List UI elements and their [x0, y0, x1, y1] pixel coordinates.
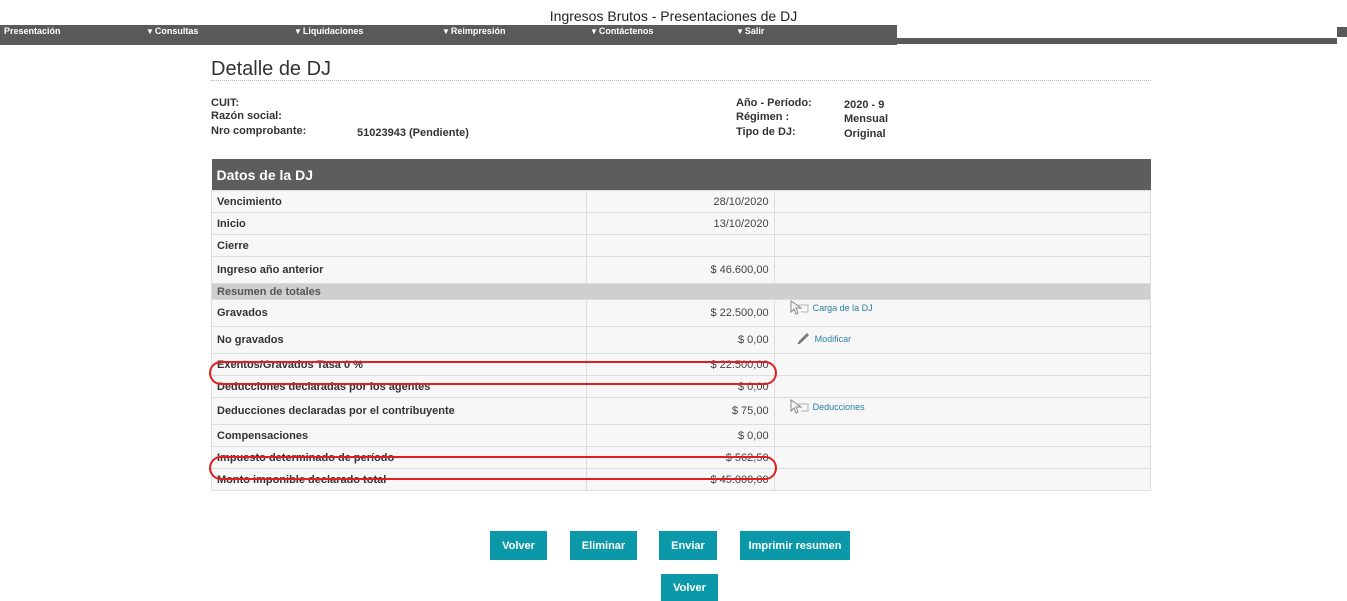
- action-label: Modificar: [814, 333, 852, 344]
- row-action: [773, 375, 1152, 398]
- nav-item-salir[interactable]: ▼Salir: [736, 26, 764, 37]
- nro-comprobante-value: 51023943 (Pendiente): [357, 127, 469, 139]
- row-value: $ 75,00: [586, 397, 775, 425]
- row-value: 28/10/2020: [586, 190, 775, 213]
- nav-item-consultas[interactable]: ▼Consultas: [146, 26, 198, 37]
- regimen-label: Régimen :: [736, 111, 790, 123]
- row-label: Compensaciones: [210, 424, 588, 447]
- nav-item-label: Presentación: [4, 26, 61, 36]
- row-action: [773, 234, 1152, 257]
- nav-item-label: Contáctenos: [598, 26, 654, 36]
- nav-item-presentacion[interactable]: Presentación: [4, 26, 61, 36]
- razon-social-label: Razón social:: [211, 110, 282, 122]
- row-action: [773, 353, 1152, 376]
- row-action: [773, 446, 1152, 469]
- row-value: $ 22.500,00: [586, 353, 775, 376]
- nav-item-label: Consultas: [154, 26, 199, 36]
- row-value: $ 22.500,00: [586, 299, 775, 327]
- row-label: Vencimiento: [210, 190, 588, 213]
- row-label: Monto imponible declarado total: [210, 468, 588, 491]
- table-row: Impuesto determinado de período $ 562,50: [210, 446, 1152, 469]
- table-row: Inicio 13/10/2020: [210, 212, 1152, 235]
- cursor-icon: [790, 300, 809, 315]
- row-action: [773, 212, 1152, 235]
- nav-item-label: Reimpresión: [450, 26, 506, 36]
- modificar-link[interactable]: Modificar: [796, 332, 852, 346]
- nav-item-label: Liquidaciones: [302, 26, 364, 36]
- table-row: Exentos/Gravados Tasa 0 % $ 22.500,00: [210, 353, 1152, 376]
- row-value: $ 0,00: [586, 326, 775, 354]
- table-row: Deducciones declaradas por los agentes $…: [210, 375, 1152, 398]
- row-value: $ 46.600,00: [586, 256, 775, 284]
- row-label: Deducciones declaradas por los agentes: [210, 375, 588, 398]
- nro-comprobante-label: Nro comprobante:: [211, 125, 307, 137]
- row-label: Ingreso año anterior: [210, 256, 588, 284]
- caret-down-icon: ▼: [736, 27, 744, 36]
- app-title: Ingresos Brutos - Presentaciones de DJ: [549, 8, 798, 24]
- action-label: Carga de la DJ: [812, 303, 873, 313]
- caret-down-icon: ▼: [590, 27, 598, 36]
- row-value: $ 562,50: [586, 446, 775, 469]
- table-row: Compensaciones $ 0,00: [210, 424, 1152, 447]
- row-action: [773, 424, 1152, 447]
- volver-button[interactable]: Volver: [490, 531, 547, 560]
- nav-bar-end: [1337, 27, 1347, 37]
- row-value: $ 0,00: [586, 375, 775, 398]
- row-label: Gravados: [210, 299, 588, 327]
- table-row: Deducciones declaradas por el contribuye…: [210, 397, 1152, 425]
- section-row: Resumen de totales: [211, 283, 1151, 300]
- tipo-dj-label: Tipo de DJ:: [736, 126, 796, 138]
- row-label: Exentos/Gravados Tasa 0 %: [210, 353, 588, 376]
- row-value: [586, 234, 775, 257]
- row-action: [773, 256, 1152, 284]
- eliminar-button[interactable]: Eliminar: [570, 531, 637, 560]
- row-value: 13/10/2020: [586, 212, 775, 235]
- cursor-icon: [790, 398, 809, 414]
- table-row: Cierre: [210, 234, 1152, 257]
- table-row: Ingreso año anterior $ 46.600,00: [210, 256, 1152, 284]
- table-row: Gravados $ 22.500,00 Carga de la DJ: [210, 299, 1152, 327]
- page-title: Detalle de DJ: [211, 58, 332, 80]
- volver-bottom-button[interactable]: Volver: [661, 574, 718, 601]
- nav-item-reimpresion[interactable]: ▼Reimpresión: [442, 26, 505, 37]
- nav-bar: Presentación ▼Consultas ▼Liquidaciones ▼…: [0, 25, 897, 45]
- deducciones-link[interactable]: Deducciones: [790, 398, 865, 415]
- row-action: [773, 190, 1152, 213]
- row-action: [773, 468, 1152, 491]
- row-label: Inicio: [210, 212, 588, 235]
- row-value: $ 45.000,00: [586, 468, 775, 491]
- cuit-label: CUIT:: [211, 97, 240, 109]
- table-header: Datos de la DJ: [211, 159, 1151, 191]
- periodo-value: 2020 - 9: [844, 99, 885, 111]
- caret-down-icon: ▼: [146, 27, 154, 36]
- row-label: Cierre: [210, 234, 588, 257]
- dj-data-table: Datos de la DJ Vencimiento 28/10/2020 In…: [210, 159, 1152, 491]
- title-divider: [211, 80, 1151, 81]
- nav-bar-extension: [897, 38, 1337, 44]
- row-action: Carga de la DJ: [773, 299, 1152, 327]
- table-row: Vencimiento 28/10/2020: [210, 190, 1152, 213]
- imprimir-resumen-button[interactable]: Imprimir resumen: [740, 531, 850, 560]
- enviar-button[interactable]: Enviar: [659, 531, 717, 560]
- section-title: Resumen de totales: [211, 283, 1151, 300]
- row-action: Modificar: [773, 326, 1152, 354]
- action-label: Deducciones: [812, 401, 865, 412]
- periodo-label: Año - Período:: [736, 97, 812, 109]
- pencil-icon: [797, 332, 809, 344]
- row-label: Impuesto determinado de período: [210, 446, 588, 469]
- caret-down-icon: ▼: [442, 27, 450, 36]
- tipo-dj-value: Original: [844, 128, 886, 140]
- row-value: $ 0,00: [586, 424, 775, 447]
- row-action: Deducciones: [773, 397, 1152, 425]
- row-label: No gravados: [210, 326, 588, 354]
- nav-item-label: Salir: [744, 26, 765, 36]
- caret-down-icon: ▼: [294, 27, 302, 36]
- regimen-value: Mensual: [844, 113, 889, 125]
- table-row: No gravados $ 0,00 Modificar: [210, 326, 1152, 354]
- carga-dj-link[interactable]: Carga de la DJ: [790, 300, 873, 316]
- nav-item-liquidaciones[interactable]: ▼Liquidaciones: [294, 26, 363, 37]
- nav-item-contactenos[interactable]: ▼Contáctenos: [590, 26, 653, 37]
- table-row: Monto imponible declarado total $ 45.000…: [210, 468, 1152, 491]
- row-label: Deducciones declaradas por el contribuye…: [210, 397, 588, 425]
